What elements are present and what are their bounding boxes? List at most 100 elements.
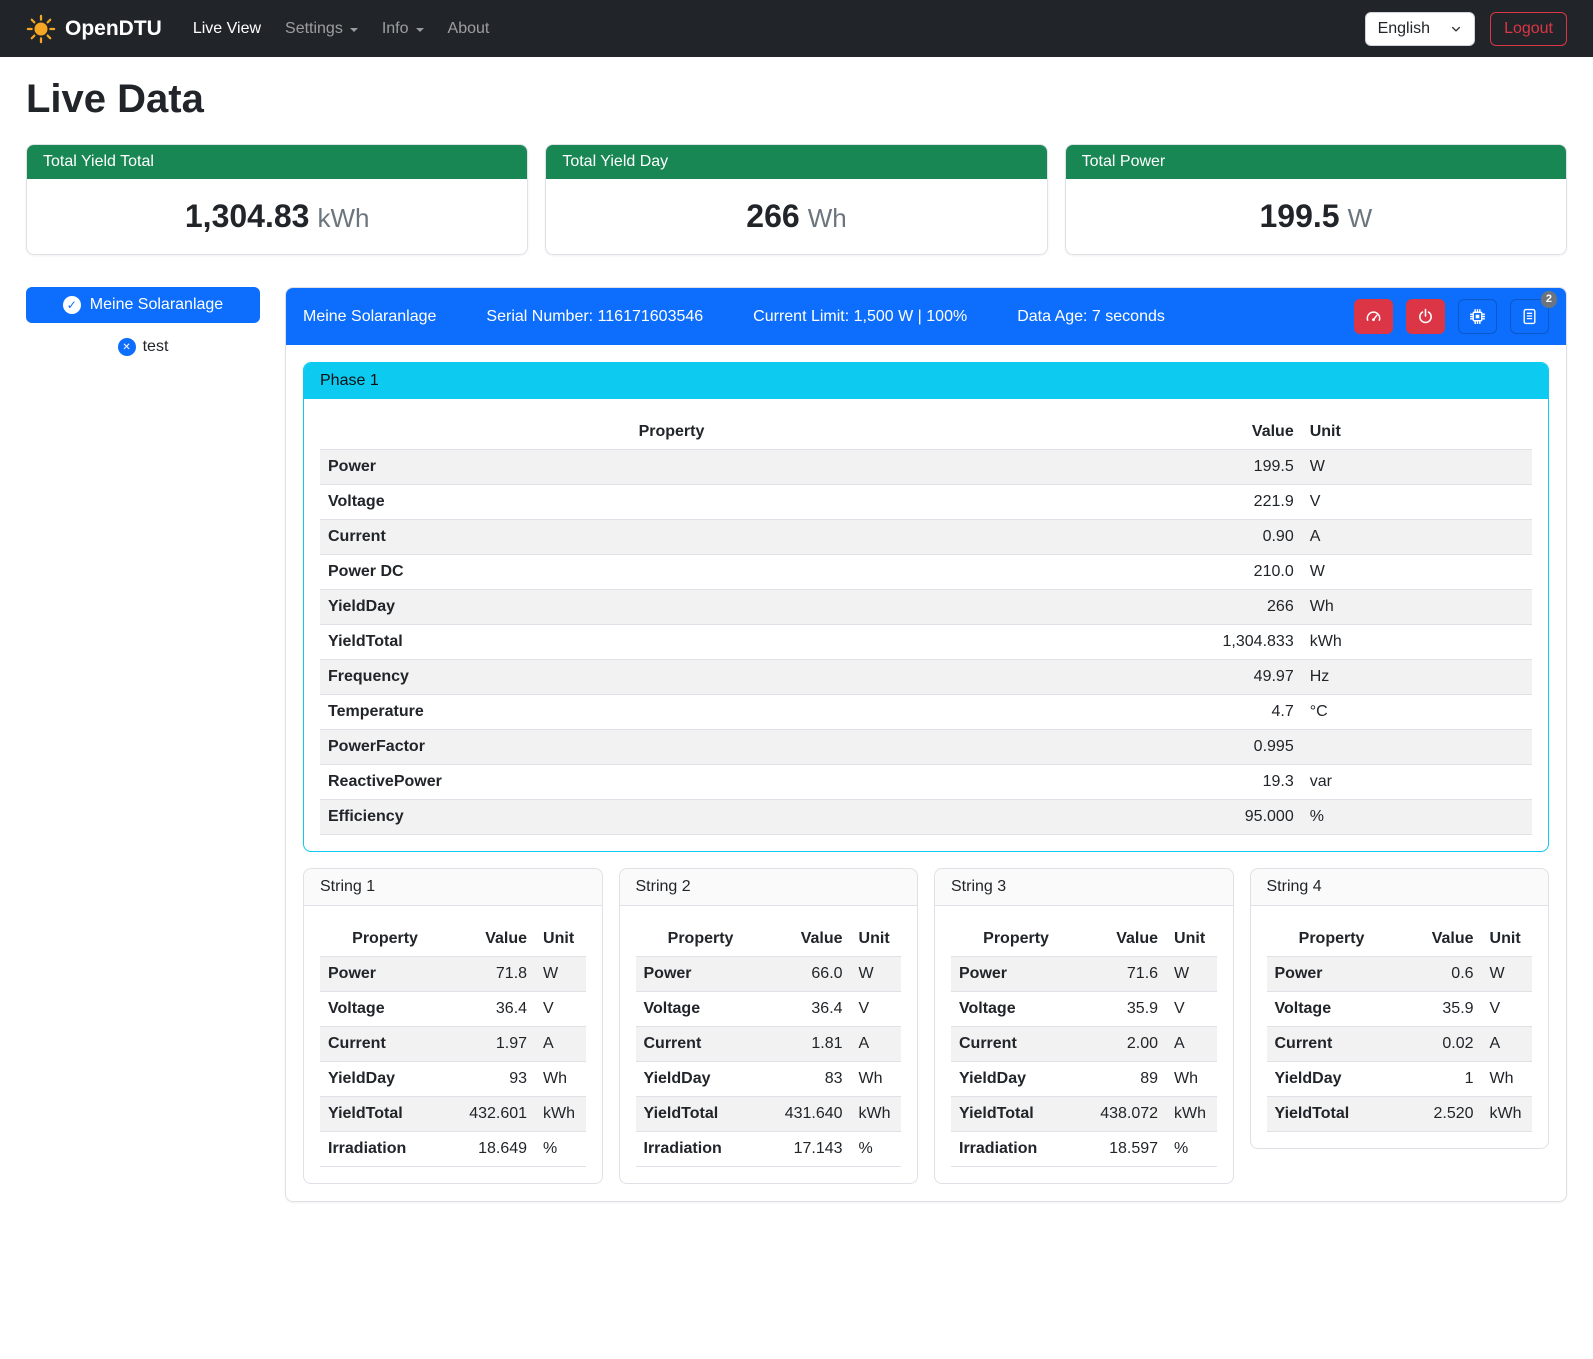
table-row: YieldTotal1,304.833kWh (320, 625, 1532, 660)
x-circle-icon[interactable]: ✕ (118, 338, 136, 356)
column-header-value: Value (766, 922, 851, 957)
cell-value: 36.4 (450, 992, 535, 1027)
nav-item-about[interactable]: About (439, 12, 499, 46)
cell-value: 210.0 (1023, 555, 1302, 590)
language-value: English (1378, 20, 1430, 38)
check-circle-icon: ✓ (63, 296, 81, 314)
string-1-card: String 1 Property Value Unit (303, 868, 603, 1184)
total-yield-total-card: Total Yield Total 1,304.83kWh (26, 144, 528, 255)
cell-property: Voltage (1267, 992, 1397, 1027)
navbar: OpenDTU Live View Settings Info About En… (0, 0, 1593, 57)
cell-property: Power (1267, 957, 1397, 992)
column-header-unit: Unit (535, 922, 585, 957)
device-info-button[interactable] (1458, 299, 1497, 334)
cell-property: YieldTotal (636, 1097, 766, 1132)
total-yield-day-card: Total Yield Day 266Wh (545, 144, 1047, 255)
string-body: Property Value Unit Power71.6W Voltage35… (935, 906, 1233, 1183)
nav-item-label: Live View (193, 20, 261, 38)
string-3-card: String 3 Property Value Unit (934, 868, 1234, 1184)
table-row: YieldDay266Wh (320, 590, 1532, 625)
cell-unit: Wh (1166, 1062, 1216, 1097)
column-header-value: Value (1081, 922, 1166, 957)
table-row: Power DC210.0W (320, 555, 1532, 590)
cell-value: 0.6 (1397, 957, 1482, 992)
cell-unit: W (535, 957, 585, 992)
column-header-value: Value (450, 922, 535, 957)
cell-property: Current (636, 1027, 766, 1062)
string-body: Property Value Unit Power66.0W Voltage36… (620, 906, 918, 1183)
inverter-select-button[interactable]: ✓ Meine Solaranlage (26, 287, 260, 323)
table-row: Irradiation18.597% (951, 1132, 1217, 1167)
card-title: Total Power (1066, 145, 1566, 179)
cell-unit: Wh (535, 1062, 585, 1097)
sun-logo-icon (26, 14, 56, 44)
inverter-data-age: Data Age: 7 seconds (1017, 308, 1165, 326)
cell-property: YieldTotal (320, 625, 1023, 660)
cell-value: 1 (1397, 1062, 1482, 1097)
cell-property: Irradiation (320, 1132, 450, 1167)
cell-unit: % (535, 1132, 585, 1167)
brand-link[interactable]: OpenDTU (26, 14, 162, 44)
cell-property: Power (320, 450, 1023, 485)
cell-unit: kWh (1302, 625, 1532, 660)
string-title: String 4 (1251, 869, 1549, 906)
cell-unit: V (535, 992, 585, 1027)
cell-property: Current (320, 1027, 450, 1062)
cell-value: 199.5 (1023, 450, 1302, 485)
inverter-name: Meine Solaranlage (303, 308, 436, 326)
cell-value: 0.995 (1023, 730, 1302, 765)
total-power-card: Total Power 199.5W (1065, 144, 1567, 255)
column-header-unit: Unit (1482, 922, 1532, 957)
cell-value: 4.7 (1023, 695, 1302, 730)
table-row: YieldTotal431.640kWh (636, 1097, 902, 1132)
limit-settings-button[interactable] (1354, 299, 1393, 334)
cell-value: 89 (1081, 1062, 1166, 1097)
card-title: Total Yield Total (27, 145, 527, 179)
cell-value: 1.81 (766, 1027, 851, 1062)
cell-value: 36.4 (766, 992, 851, 1027)
summary-cards-row: Total Yield Total 1,304.83kWh Total Yiel… (26, 144, 1567, 255)
language-select[interactable]: English (1365, 12, 1475, 46)
cell-unit: W (1482, 957, 1532, 992)
inverter-panel: Meine Solaranlage Serial Number: 1161716… (285, 287, 1567, 1202)
cell-property: Current (951, 1027, 1081, 1062)
cell-value: 66.0 (766, 957, 851, 992)
table-row: Frequency49.97Hz (320, 660, 1532, 695)
cell-unit: °C (1302, 695, 1532, 730)
nav-item-info[interactable]: Info (373, 12, 433, 46)
string-4-card: String 4 Property Value Unit (1250, 868, 1550, 1149)
cell-unit: W (1302, 555, 1532, 590)
nav-item-live-view[interactable]: Live View (184, 12, 270, 46)
nav-item-settings[interactable]: Settings (276, 12, 367, 46)
cell-property: Current (320, 520, 1023, 555)
table-row: YieldDay93Wh (320, 1062, 586, 1097)
cell-value: 2.00 (1081, 1027, 1166, 1062)
inverter-item-test[interactable]: ✕ test (26, 338, 260, 356)
table-header-row: Property Value Unit (1267, 922, 1533, 957)
cell-unit: kWh (851, 1097, 901, 1132)
cell-property: YieldTotal (951, 1097, 1081, 1132)
cell-unit: A (535, 1027, 585, 1062)
event-log-button[interactable]: 2 (1510, 299, 1549, 334)
cell-value: 2.520 (1397, 1097, 1482, 1132)
table-row: Temperature4.7°C (320, 695, 1532, 730)
table-row: YieldDay1Wh (1267, 1062, 1533, 1097)
chevron-down-icon (1450, 23, 1462, 35)
inverter-action-buttons: 2 (1354, 299, 1549, 334)
cell-value: 49.97 (1023, 660, 1302, 695)
power-toggle-button[interactable] (1406, 299, 1445, 334)
table-row: Current1.81A (636, 1027, 902, 1062)
cell-property: Voltage (320, 485, 1023, 520)
nav-item-label: Settings (285, 20, 343, 38)
card-value: 1,304.83 (185, 198, 310, 234)
table-row: Voltage221.9V (320, 485, 1532, 520)
cell-unit: V (851, 992, 901, 1027)
logout-button[interactable]: Logout (1490, 12, 1567, 46)
cell-property: Voltage (636, 992, 766, 1027)
table-row: ReactivePower19.3var (320, 765, 1532, 800)
cell-property: YieldDay (320, 590, 1023, 625)
cell-property: Voltage (320, 992, 450, 1027)
table-header-row: Property Value Unit (951, 922, 1217, 957)
cell-value: 221.9 (1023, 485, 1302, 520)
cell-property: YieldTotal (1267, 1097, 1397, 1132)
